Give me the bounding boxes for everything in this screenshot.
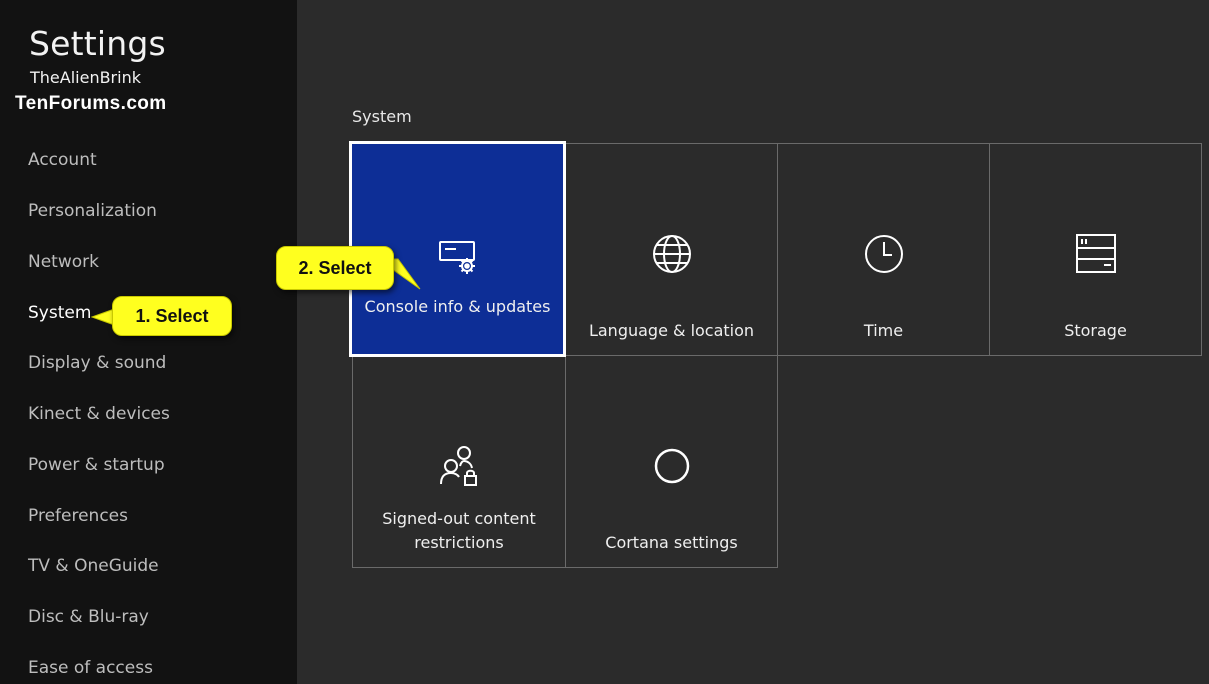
gamertag: TheAlienBrink	[30, 68, 141, 87]
callout-step-2: 2. Select	[276, 246, 394, 290]
tile-language-location[interactable]: Language & location	[565, 143, 778, 356]
sidebar-item-personalization[interactable]: Personalization	[28, 201, 157, 221]
users-lock-icon	[437, 444, 481, 488]
tile-label: Console info & updates	[364, 297, 551, 316]
sidebar-item-network[interactable]: Network	[28, 252, 99, 272]
sidebar-item-preferences[interactable]: Preferences	[28, 506, 128, 526]
sidebar-item-system[interactable]: System	[28, 303, 91, 323]
tile-storage[interactable]: Storage	[989, 143, 1202, 356]
console-settings-icon	[436, 236, 480, 280]
section-title: System	[352, 107, 412, 126]
sidebar-item-ease-of-access[interactable]: Ease of access	[28, 658, 153, 678]
sidebar-item-kinect-devices[interactable]: Kinect & devices	[28, 404, 170, 424]
globe-icon	[650, 232, 694, 276]
callout-step-1: 1. Select	[112, 296, 232, 336]
tile-label: Signed-out content restrictions	[382, 509, 536, 552]
sidebar-item-disc-bluray[interactable]: Disc & Blu-ray	[28, 607, 149, 627]
storage-icon	[1074, 232, 1118, 276]
clock-icon	[862, 232, 906, 276]
xbox-settings-screen: Settings TheAlienBrink TenForums.com Acc…	[0, 0, 1209, 684]
site-watermark: TenForums.com	[15, 93, 167, 114]
tile-label: Storage	[1064, 321, 1127, 340]
sidebar-item-display-sound[interactable]: Display & sound	[28, 353, 166, 373]
tile-label: Cortana settings	[605, 533, 738, 552]
tile-cortana-settings[interactable]: Cortana settings	[565, 355, 778, 568]
sidebar-item-tv-oneguide[interactable]: TV & OneGuide	[28, 556, 159, 576]
sidebar-item-account[interactable]: Account	[28, 150, 97, 170]
tile-label: Time	[863, 321, 904, 340]
sidebar-item-power-startup[interactable]: Power & startup	[28, 455, 165, 475]
page-title: Settings	[29, 24, 166, 63]
cortana-icon	[650, 444, 694, 488]
tile-label: Language & location	[588, 321, 755, 340]
tile-signed-out-content-restrictions[interactable]: Signed-out content restrictions	[352, 355, 566, 568]
tile-time[interactable]: Time	[777, 143, 990, 356]
sidebar: Settings TheAlienBrink TenForums.com Acc…	[0, 0, 297, 684]
